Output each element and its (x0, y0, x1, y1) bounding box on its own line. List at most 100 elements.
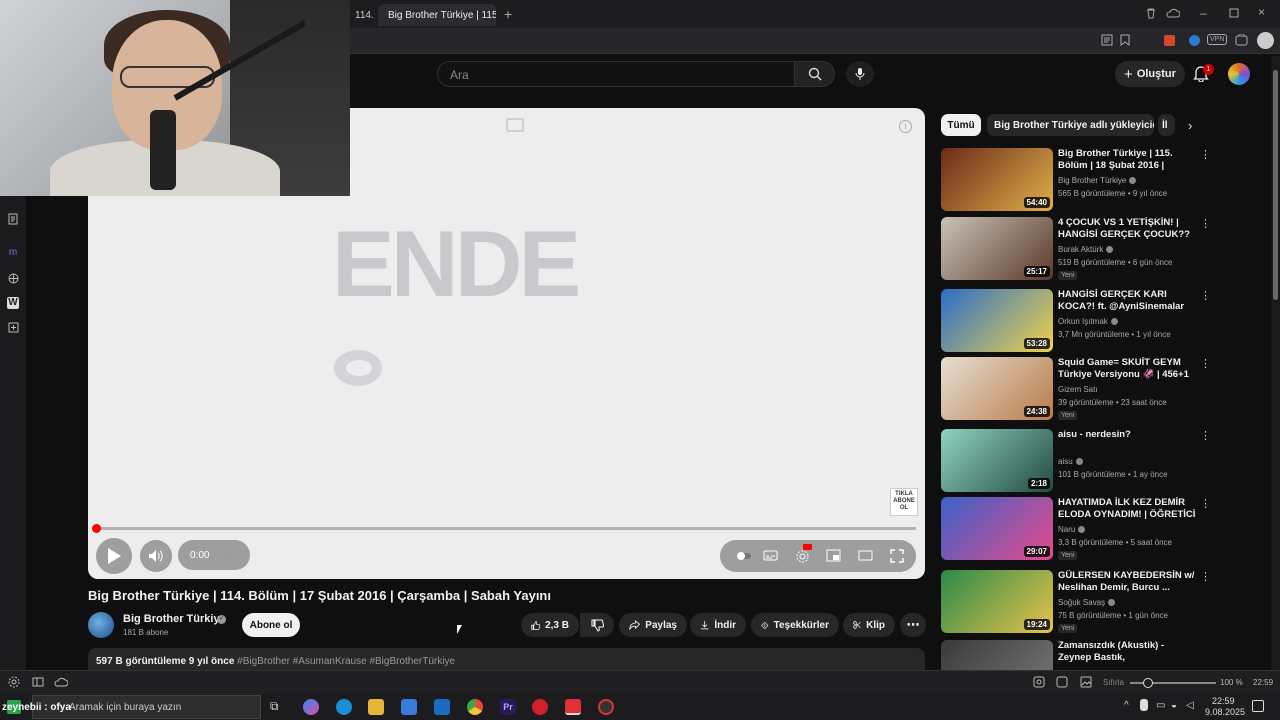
store-icon[interactable] (401, 699, 417, 715)
outlook-icon[interactable] (434, 699, 450, 715)
info-icon[interactable]: i (899, 120, 912, 133)
download-button[interactable]: İndir (690, 613, 746, 637)
settings-gear-icon[interactable] (8, 676, 20, 691)
voice-search-button[interactable] (846, 61, 874, 87)
share-button[interactable]: Paylaş (619, 613, 687, 637)
tray-chevron-icon[interactable]: ^ (1124, 700, 1129, 711)
subtitles-icon[interactable] (763, 549, 778, 563)
capture-icon[interactable] (1033, 676, 1045, 691)
play-button[interactable] (96, 538, 132, 574)
task-view-icon[interactable]: ⧉ (270, 699, 286, 715)
recommendation-thumbnail[interactable]: 19:24 (941, 570, 1053, 633)
recommendation-thumbnail[interactable]: 2:18 (941, 429, 1053, 492)
channel-name[interactable]: Big Brother Türkiye (123, 613, 226, 625)
profile-icon[interactable] (1257, 32, 1274, 49)
recommendation-thumbnail[interactable]: 53:28 (941, 289, 1053, 352)
clip-button[interactable]: Klip (843, 613, 895, 637)
recommendation-title[interactable]: Big Brother Türkiye | 115. Bölüm | 18 Şu… (1058, 148, 1196, 172)
close-icon[interactable]: × (1258, 5, 1265, 19)
sync-cloud-icon[interactable] (54, 676, 69, 691)
more-options-icon[interactable]: ⋮ (1200, 219, 1211, 230)
taskbar-clock-time[interactable]: 22:59 (1212, 696, 1235, 706)
bookmark-icon[interactable] (1120, 34, 1130, 49)
recommendation-channel[interactable]: aisu (1058, 457, 1083, 466)
settings-icon[interactable] (795, 544, 812, 563)
recommendation-channel[interactable]: Orkun Işıtmak (1058, 317, 1118, 326)
recommendation-title[interactable]: HAYATIMDA İLK KEZ DEMİR ELODA OYNADIM! |… (1058, 497, 1196, 521)
browser-tab-previous[interactable]: 114. B (349, 4, 375, 26)
fullscreen-icon[interactable] (890, 549, 904, 563)
subscribe-button[interactable]: Abone ol (242, 613, 300, 637)
recommendation-item[interactable]: 54:40 Big Brother Türkiye | 115. Bölüm | … (941, 148, 1213, 212)
minimize-icon[interactable]: – (1200, 6, 1207, 20)
trash-icon[interactable] (1145, 7, 1157, 22)
tray-network-icon[interactable]: ◒ (1171, 700, 1177, 711)
recommendation-title[interactable]: Zamansızdık (Akustik) - Zeynep Bastık, @… (1058, 640, 1196, 664)
recommendation-channel[interactable]: Burak Aktürk (1058, 245, 1114, 254)
like-button[interactable]: 2,3 B (521, 613, 579, 637)
volume-button[interactable] (140, 540, 172, 572)
more-actions-button[interactable]: ⋯ (900, 613, 926, 637)
recommendation-item[interactable]: 53:28 HANGİSİ GERÇEK KARI KOCA?! ft. @Ayn… (941, 289, 1213, 353)
search-input[interactable]: Ara (437, 61, 795, 87)
scrollbar-thumb[interactable] (1273, 70, 1278, 300)
chip-related[interactable]: İl (1158, 114, 1175, 136)
add-panel-icon[interactable] (7, 322, 19, 334)
autoplay-toggle-icon[interactable] (736, 549, 751, 563)
premiere-icon[interactable]: Pr (500, 699, 516, 715)
chip-from-uploader[interactable]: Big Brother Türkiye adlı yükleyiciden (987, 114, 1154, 136)
channel-avatar[interactable] (88, 612, 114, 638)
notes-icon[interactable] (7, 213, 19, 225)
create-button[interactable]: + Oluştur (1115, 61, 1185, 87)
tray-mic-icon[interactable] (1140, 699, 1148, 711)
more-options-icon[interactable]: ⋮ (1200, 150, 1211, 161)
miniplayer-button-icon[interactable] (826, 549, 841, 563)
recommendation-item[interactable]: 24:38 Squid Game= SKUİT GEYM Türkiye Vers… (941, 357, 1213, 421)
progress-bar[interactable] (96, 527, 916, 530)
progress-scrubber[interactable] (92, 524, 101, 533)
globe-icon[interactable] (7, 273, 19, 285)
chevron-right-icon[interactable]: › (1188, 118, 1192, 133)
recommendation-title[interactable]: HANGİSİ GERÇEK KARI KOCA?! ft. @AyniSine… (1058, 289, 1196, 313)
recommendation-item[interactable]: 25:17 4 ÇOCUK VS 1 YETİŞKİN! | HANGİSİ GE… (941, 217, 1213, 281)
dislike-button[interactable] (580, 613, 614, 637)
more-options-icon[interactable]: ⋮ (1200, 431, 1211, 442)
recommendation-channel[interactable]: Naru (1058, 525, 1086, 534)
zoom-slider-knob[interactable] (1143, 678, 1153, 688)
description-box[interactable]: 597 B görüntüleme 9 yıl önce #BigBrother… (88, 648, 925, 670)
recommendation-title[interactable]: Squid Game= SKUİT GEYM Türkiye Versiyonu… (1058, 357, 1196, 381)
file-explorer-icon[interactable] (368, 699, 384, 715)
obs-icon[interactable] (598, 699, 614, 715)
wallet-icon[interactable] (1235, 34, 1248, 49)
thanks-button[interactable]: Teşekkürler (751, 613, 839, 637)
recommendation-thumbnail[interactable]: 24:38 (941, 357, 1053, 420)
extension-icon[interactable] (1164, 35, 1175, 46)
taskbar-clock-date[interactable]: 9.08.2025 (1205, 707, 1245, 717)
recommendation-title[interactable]: GÜLERSEN KAYBEDERSİN w/ Neslihan Demir, … (1058, 570, 1196, 594)
recommendation-item[interactable]: 19:24 GÜLERSEN KAYBEDERSİN w/ Neslihan De… (941, 570, 1213, 634)
wikipedia-icon[interactable]: W (7, 297, 19, 309)
recommendation-thumbnail[interactable]: 54:40 (941, 148, 1053, 211)
extension-shield-icon[interactable] (1189, 35, 1200, 46)
more-options-icon[interactable]: ⋮ (1200, 359, 1211, 370)
vivaldi-icon[interactable] (565, 699, 581, 715)
chip-all[interactable]: Tümü (941, 114, 981, 136)
new-tab-button[interactable]: + (504, 6, 512, 22)
panel-toggle-icon[interactable] (32, 676, 44, 691)
reader-icon[interactable] (1101, 34, 1113, 49)
recommendation-thumbnail[interactable]: 25:17 (941, 217, 1053, 280)
mastodon-icon[interactable]: m (7, 247, 19, 259)
recommendation-item[interactable]: 2:18 aisu - nerdesin? aisu 101 B görüntülem… (941, 429, 1213, 493)
recommendation-channel[interactable]: Soğuk Savaş (1058, 598, 1116, 607)
more-options-icon[interactable]: ⋮ (1200, 291, 1211, 302)
image-toggle-icon[interactable] (1080, 676, 1092, 691)
vpn-icon[interactable]: VPN (1207, 34, 1228, 45)
hashtags[interactable]: #BigBrother #AsumanKrause #BigBrotherTür… (237, 656, 455, 667)
search-button[interactable] (795, 61, 835, 87)
recommendation-title[interactable]: 4 ÇOCUK VS 1 YETİŞKİN! | HANGİSİ GERÇEK … (1058, 217, 1196, 241)
account-avatar[interactable] (1228, 63, 1250, 85)
theater-mode-icon[interactable] (858, 549, 873, 563)
recommendation-channel[interactable]: Big Brother Türkiye (1058, 176, 1137, 185)
subscribe-watermark[interactable]: TIKLA ABONE OL (890, 488, 918, 516)
tray-laptop-icon[interactable]: ▭ (1156, 700, 1165, 711)
